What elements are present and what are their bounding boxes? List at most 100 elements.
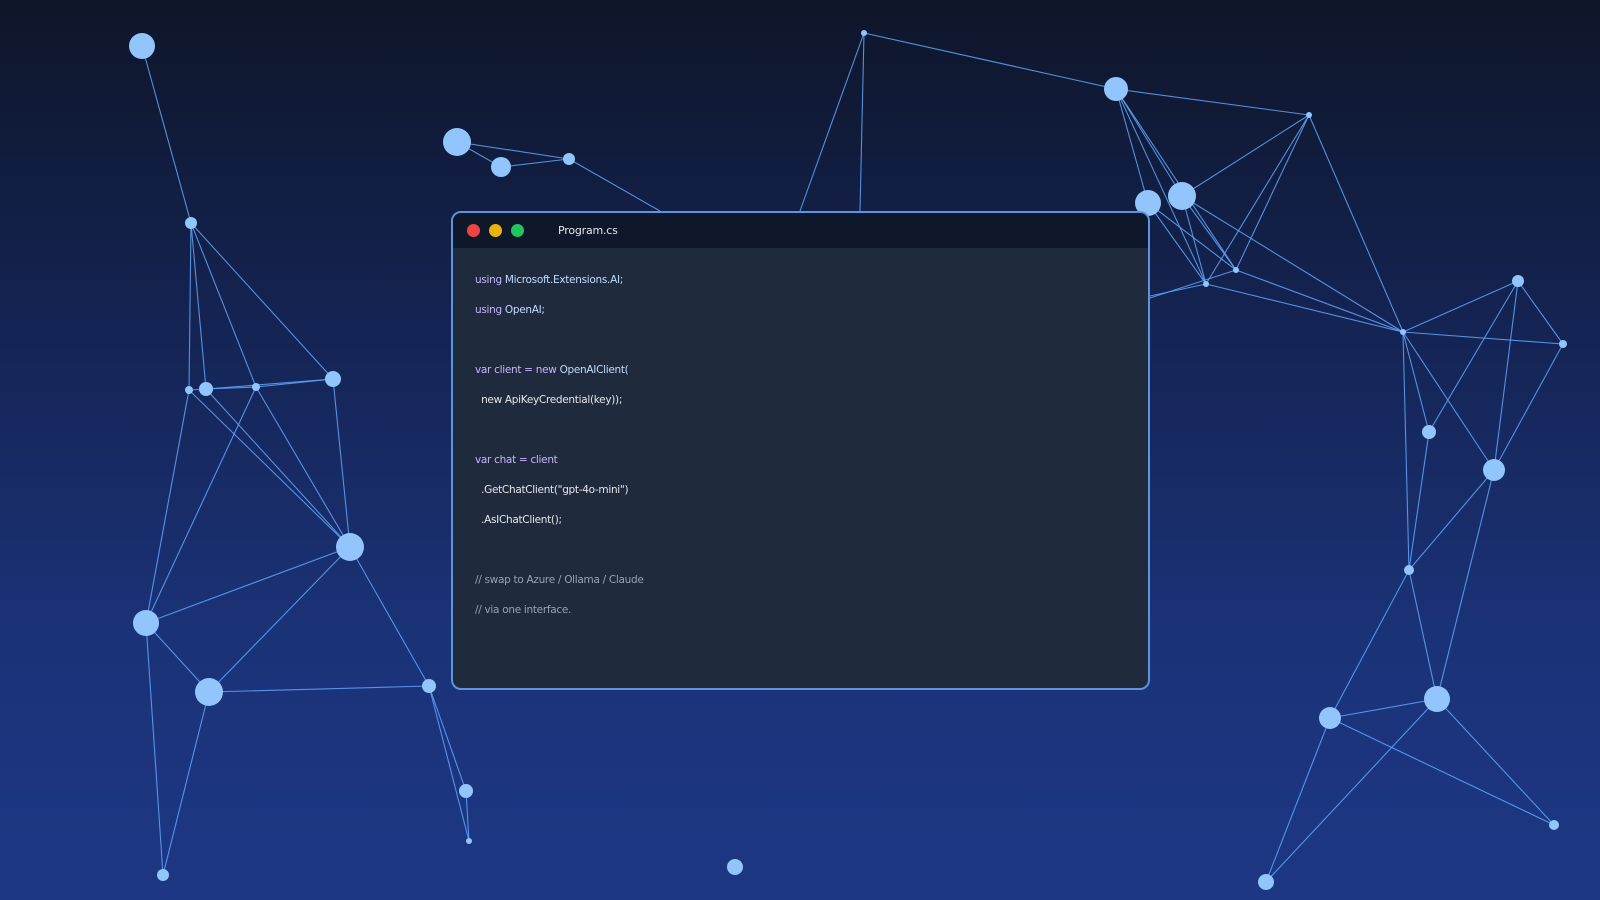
- code-line: .AsIChatClient();: [475, 505, 1148, 535]
- network-node: [1319, 707, 1341, 729]
- code-line: .GetChatClient("gpt-4o-mini"): [475, 475, 1148, 505]
- network-edge: [428, 685, 470, 842]
- network-edge: [1408, 569, 1438, 700]
- network-edge: [188, 222, 192, 391]
- network-edge: [190, 222, 334, 380]
- network-edge: [1329, 717, 1555, 826]
- network-node: [1104, 77, 1128, 101]
- network-edge: [1402, 331, 1410, 571]
- network-node: [185, 217, 197, 229]
- network-node: [1168, 182, 1196, 210]
- network-node: [491, 157, 511, 177]
- network-edge: [145, 622, 164, 876]
- code-line: using Microsoft.Extensions.AI;: [475, 265, 1148, 295]
- code-line: // via one interface.: [475, 595, 1148, 625]
- network-edge: [1265, 698, 1438, 883]
- code-token: var: [475, 364, 495, 376]
- network-edge: [1329, 569, 1410, 719]
- network-node: [199, 382, 213, 396]
- network-node: [1549, 820, 1559, 830]
- network-edge: [500, 158, 570, 168]
- network-edge: [859, 32, 865, 212]
- network-edge: [1517, 280, 1564, 345]
- network-edge: [1181, 195, 1404, 333]
- network-edge: [349, 546, 430, 687]
- network-node: [1483, 459, 1505, 481]
- code-token: // swap to Azure / Ollama / Claude: [475, 574, 644, 586]
- network-edge: [1205, 283, 1404, 333]
- network-edge: [145, 622, 210, 693]
- code-token: new ApiKeyCredential(key));: [475, 394, 623, 406]
- network-edge: [568, 158, 661, 212]
- code-line: new ApiKeyCredential(key));: [475, 385, 1148, 415]
- network-edge: [1115, 88, 1149, 204]
- network-edge: [456, 141, 570, 160]
- network-edge: [162, 691, 210, 876]
- network-edge: [428, 685, 467, 792]
- network-node: [1559, 340, 1567, 348]
- network-edge: [863, 32, 1117, 90]
- network-node: [133, 610, 159, 636]
- network-node: [1233, 267, 1239, 273]
- network-edge: [208, 685, 430, 693]
- code-line: // swap to Azure / Ollama / Claude: [475, 565, 1148, 595]
- network-edge: [1265, 717, 1331, 883]
- network-node: [252, 383, 260, 391]
- code-line: using OpenAI;: [475, 295, 1148, 325]
- network-edge: [1436, 698, 1555, 826]
- network-node: [422, 679, 436, 693]
- close-button[interactable]: [467, 224, 480, 237]
- network-edge: [208, 546, 351, 693]
- network-edge: [1149, 269, 1237, 299]
- code-token: .AsIChatClient();: [475, 514, 562, 526]
- network-edge: [145, 389, 190, 624]
- network-node: [129, 33, 155, 59]
- network-node: [563, 153, 575, 165]
- network-edge: [1329, 698, 1438, 719]
- code-editor-window: Program.cs using Microsoft.Extensions.AI…: [451, 211, 1150, 690]
- network-node: [1424, 686, 1450, 712]
- code-line: var client = new OpenAIClient(: [475, 355, 1148, 385]
- network-node: [459, 784, 473, 798]
- network-edge: [1402, 331, 1430, 433]
- network-edge: [1402, 331, 1564, 345]
- network-edge: [799, 32, 865, 212]
- network-edge: [1147, 202, 1237, 271]
- network-edge: [1235, 269, 1404, 333]
- code-token: // via one interface.: [475, 604, 572, 616]
- network-node: [466, 838, 472, 844]
- network-edge: [1147, 202, 1207, 285]
- network-node: [185, 386, 193, 394]
- code-token: client = new: [494, 364, 560, 376]
- title-bar: Program.cs: [453, 213, 1148, 248]
- network-node: [195, 678, 223, 706]
- code-token: OpenAI;: [504, 304, 545, 316]
- network-edge: [1428, 280, 1519, 433]
- code-token: OpenAIClient(: [559, 364, 629, 376]
- network-edge: [188, 389, 351, 548]
- network-node: [1306, 112, 1312, 118]
- network-edge: [190, 222, 257, 388]
- network-node: [1400, 329, 1406, 335]
- minimize-button[interactable]: [489, 224, 502, 237]
- network-node: [336, 533, 364, 561]
- network-node: [1203, 281, 1209, 287]
- code-token: using: [475, 274, 505, 286]
- network-node: [1258, 874, 1274, 890]
- network-node: [443, 128, 471, 156]
- code-token: .GetChatClient("gpt-4o-mini"): [475, 484, 629, 496]
- network-edge: [141, 45, 192, 224]
- network-node: [1404, 565, 1414, 575]
- network-edge: [1493, 343, 1564, 471]
- network-edge: [1402, 331, 1495, 471]
- network-node: [1512, 275, 1524, 287]
- code-line: var chat = client: [475, 445, 1148, 475]
- network-edge: [205, 378, 334, 390]
- network-edge: [1149, 283, 1207, 297]
- network-edge: [1308, 114, 1404, 333]
- maximize-button[interactable]: [511, 224, 524, 237]
- network-node: [727, 859, 743, 875]
